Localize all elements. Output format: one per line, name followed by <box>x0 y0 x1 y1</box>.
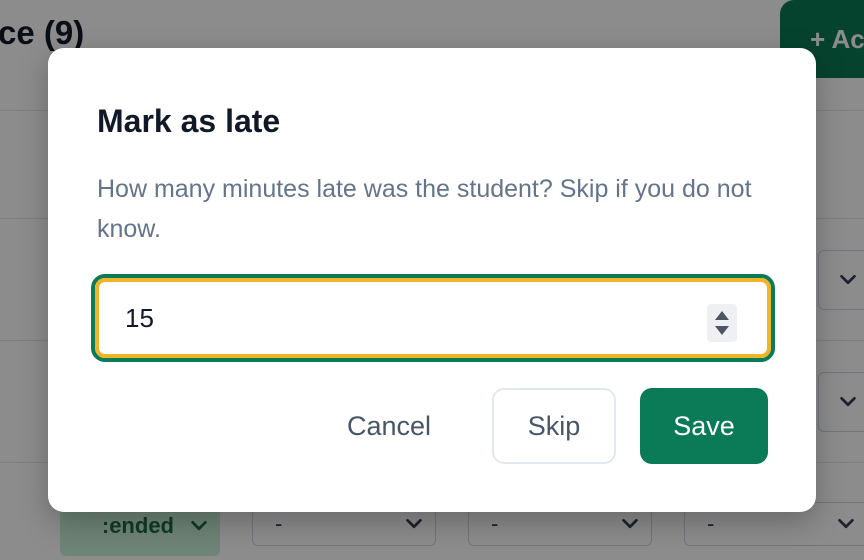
increment-arrow-icon[interactable] <box>715 311 729 320</box>
mark-as-late-dialog: Mark as late How many minutes late was t… <box>48 48 816 512</box>
dialog-description: How many minutes late was the student? S… <box>97 175 752 243</box>
cancel-button[interactable]: Cancel <box>318 388 460 464</box>
dialog-title: Mark as late <box>97 103 281 139</box>
skip-button[interactable]: Skip <box>492 388 616 464</box>
input-focus-ring: 15 <box>95 278 771 358</box>
save-button[interactable]: Save <box>640 388 768 464</box>
minutes-value[interactable]: 15 <box>125 282 154 354</box>
number-stepper[interactable] <box>707 304 737 342</box>
minutes-late-input[interactable]: 15 <box>91 274 775 362</box>
decrement-arrow-icon[interactable] <box>715 326 729 335</box>
